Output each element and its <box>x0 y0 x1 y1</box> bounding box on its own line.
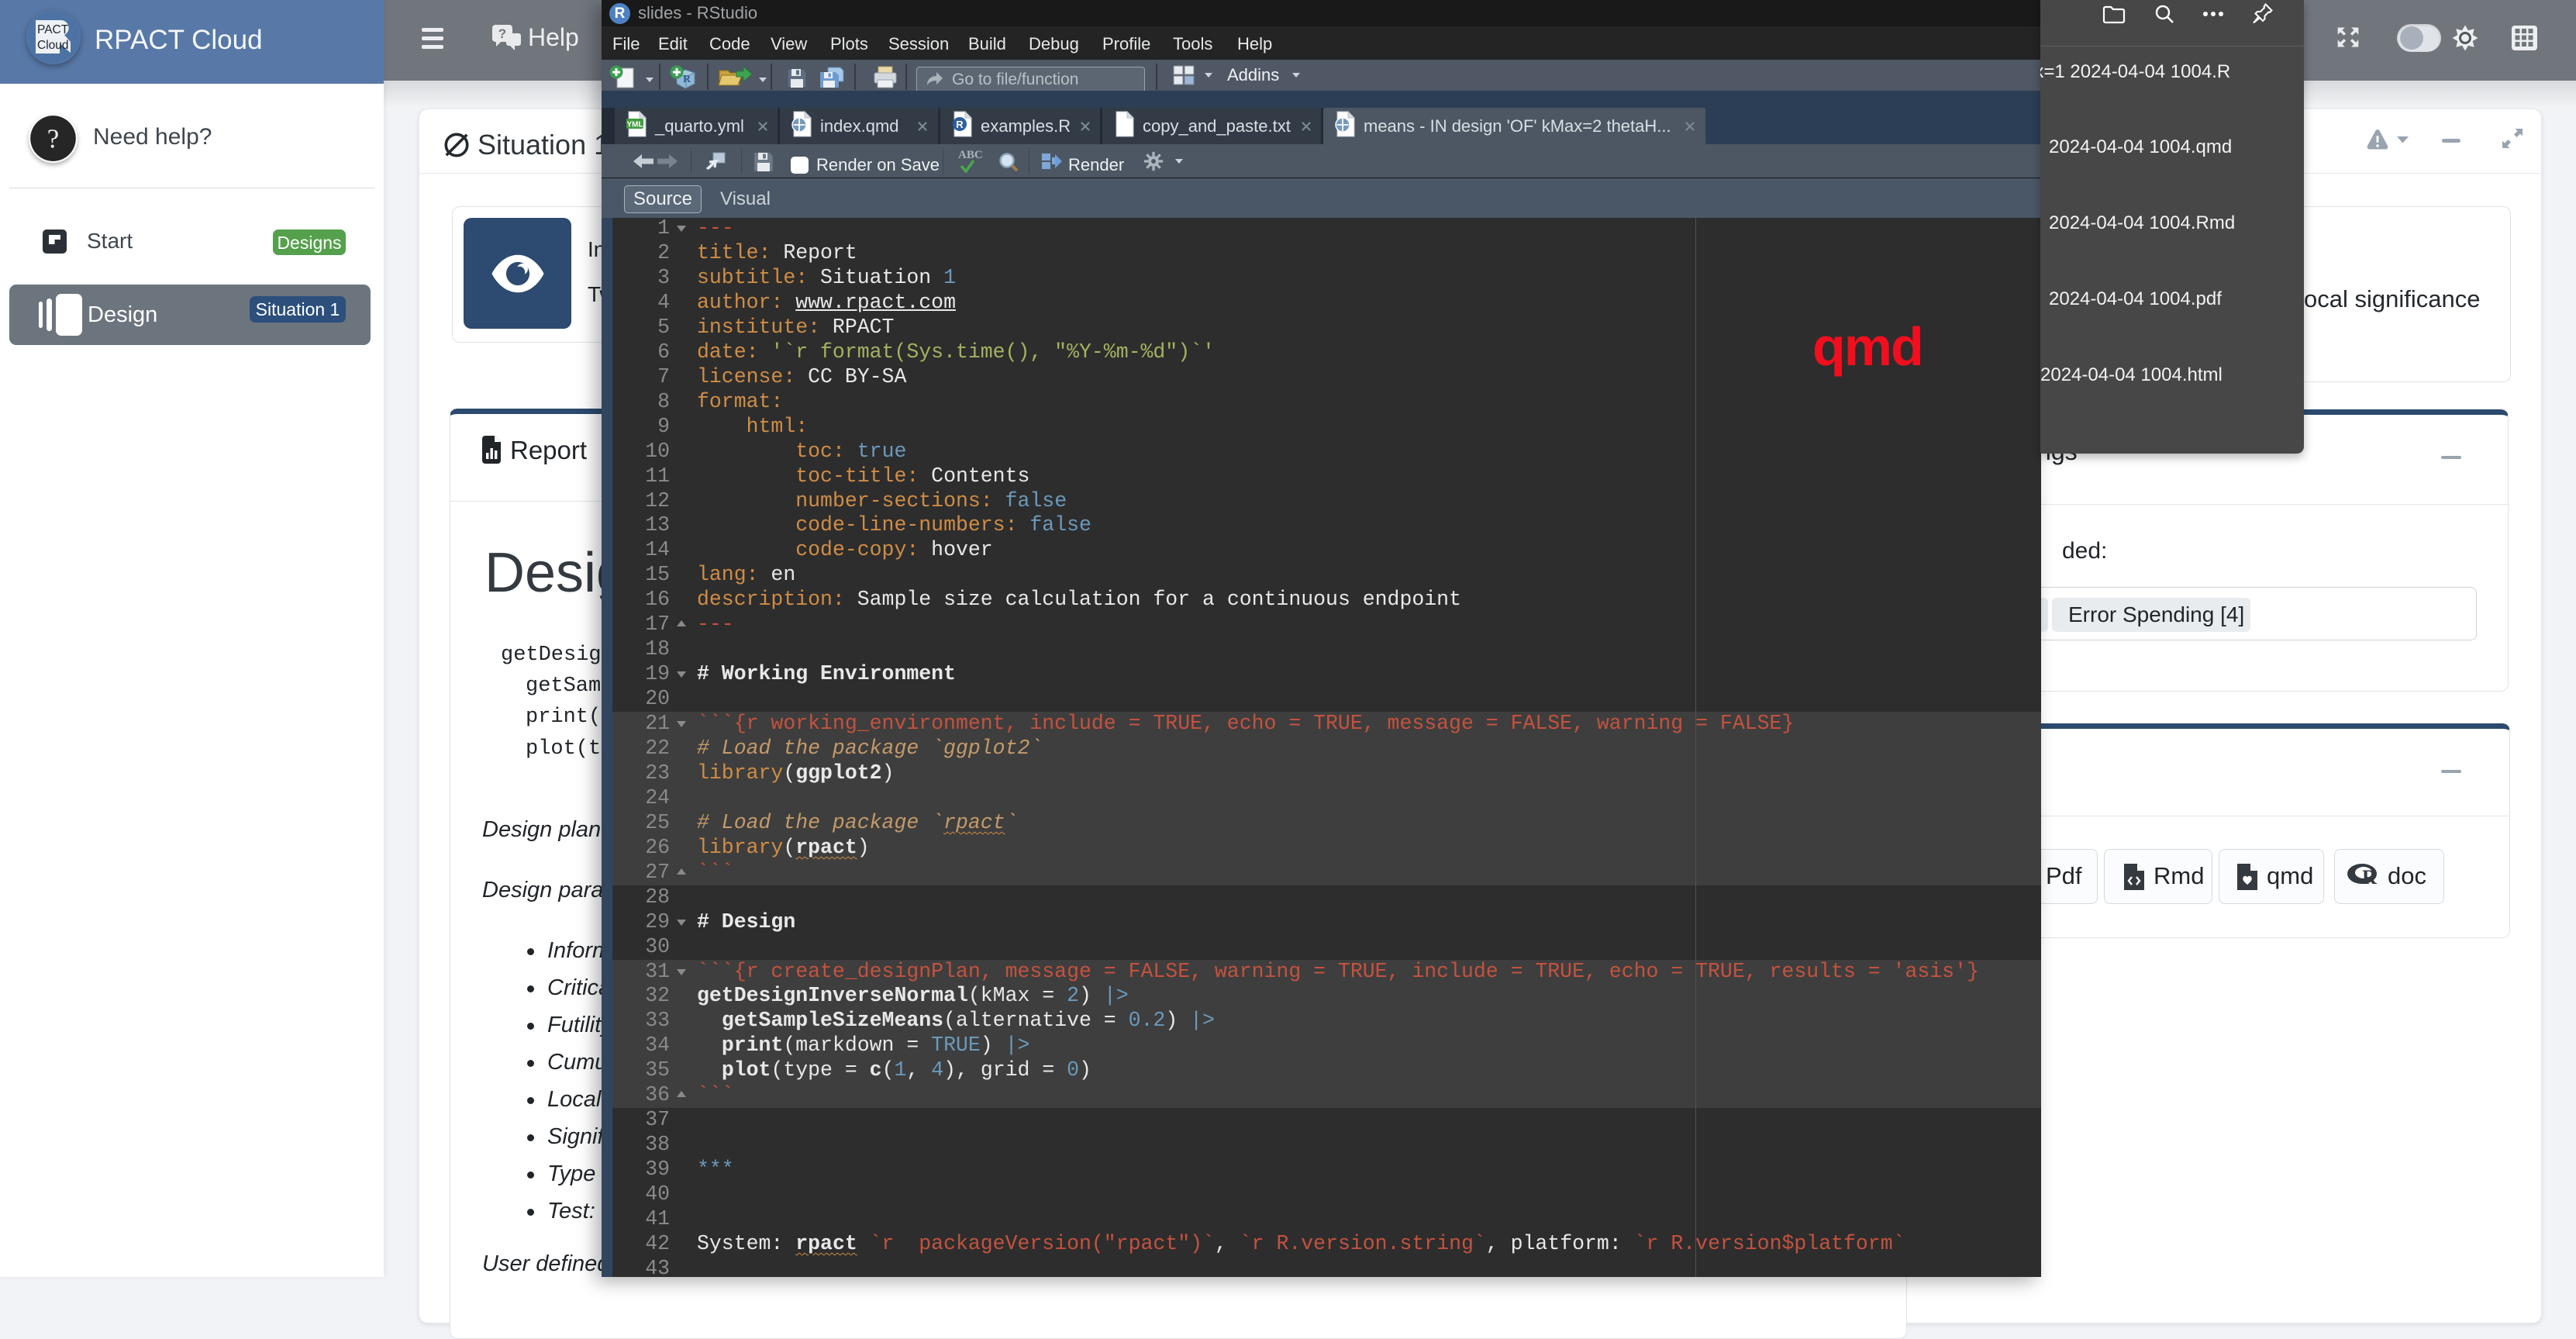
svg-text:R: R <box>956 119 964 130</box>
svg-text:ABC: ABC <box>958 149 983 161</box>
svg-text:PACT: PACT <box>37 23 69 36</box>
svg-text:?: ? <box>498 26 506 41</box>
svg-text:Cloud: Cloud <box>37 39 69 52</box>
svg-text:YML: YML <box>626 121 643 129</box>
svg-text:R: R <box>683 74 691 85</box>
svg-text:R: R <box>2362 866 2377 889</box>
svg-text:?: ? <box>47 123 59 154</box>
